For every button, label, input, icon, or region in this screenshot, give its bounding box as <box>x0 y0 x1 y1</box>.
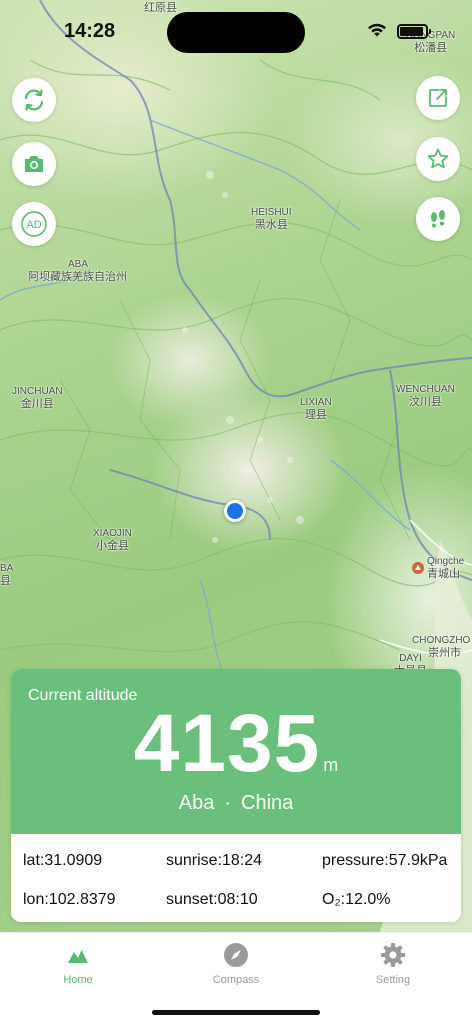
location-separator: · <box>224 792 231 814</box>
ad-button[interactable]: AD <box>12 202 56 246</box>
altitude-readout: 4135 m <box>11 699 461 789</box>
map-label-aba-edge: BA 县 <box>0 563 14 587</box>
pressure-value: pressure:57.9kPa <box>322 852 448 869</box>
tab-home-label: Home <box>63 974 93 986</box>
wifi-icon <box>368 23 386 37</box>
country-name: China <box>241 792 294 814</box>
oxygen-value: O₂:12.0% <box>322 891 391 908</box>
battery-icon <box>397 24 431 39</box>
share-icon <box>429 89 447 107</box>
scenic-poi-icon <box>412 562 424 574</box>
camera-button[interactable] <box>12 142 56 186</box>
altitude-card: Current altitude 4135 m Aba · China lat:31.… <box>11 669 461 922</box>
camera-icon <box>25 156 43 172</box>
dynamic-island <box>167 12 305 53</box>
tab-setting[interactable]: Setting <box>343 941 443 986</box>
status-time: 14:28 <box>64 20 116 42</box>
location-name: Aba · China <box>11 792 461 815</box>
tab-setting-label: Setting <box>375 974 411 986</box>
refresh-button[interactable] <box>12 78 56 122</box>
status-bar: 14:28 <box>0 0 472 60</box>
map-label-wenchuan: WENCHUAN 汶川县 <box>396 384 455 408</box>
current-location-marker <box>224 500 246 522</box>
footprints-button[interactable] <box>416 197 460 241</box>
favorite-button[interactable] <box>416 137 460 181</box>
map-label-heishui: HEISHUI 黑水县 <box>251 207 292 231</box>
map-label-qingcheng: Qingche 青城山 <box>412 556 464 580</box>
region-name: Aba <box>178 792 215 814</box>
longitude-value: lon:102.8379 <box>23 891 116 908</box>
compass-icon <box>224 943 248 967</box>
refresh-icon <box>24 89 44 111</box>
tab-compass-label: Compass <box>212 974 260 986</box>
tab-compass[interactable]: Compass <box>186 941 286 986</box>
star-icon <box>427 148 449 169</box>
map-label-xiaojin: XIAOJIN 小金县 <box>93 528 132 552</box>
altitude-value: 4135 <box>133 698 321 789</box>
ad-icon-label: AD <box>26 219 41 231</box>
footprints-icon <box>431 210 445 228</box>
altitude-unit: m <box>323 755 339 775</box>
latitude-value: lat:31.0909 <box>23 852 103 869</box>
tab-home[interactable]: Home <box>28 941 128 986</box>
map-label-aba-prefecture: ABA 阿坝藏族羌族自治州 <box>28 259 127 283</box>
home-indicator <box>152 1010 320 1015</box>
sunset-value: sunset:08:10 <box>166 891 258 908</box>
mountain-icon <box>68 950 88 963</box>
altitude-header: Current altitude 4135 m Aba · China <box>11 669 461 834</box>
ad-icon: AD <box>21 211 47 237</box>
map-label-jinchuan: JINCHUAN 金川县 <box>12 386 63 410</box>
altitude-stats: lat:31.0909 lon:102.8379 sunrise:18:24 s… <box>11 834 461 922</box>
sunrise-value: sunrise:18:24 <box>166 852 263 869</box>
map-label-lixian: LIXIAN 理县 <box>300 397 332 421</box>
share-button[interactable] <box>416 76 460 120</box>
gear-icon <box>381 943 405 967</box>
